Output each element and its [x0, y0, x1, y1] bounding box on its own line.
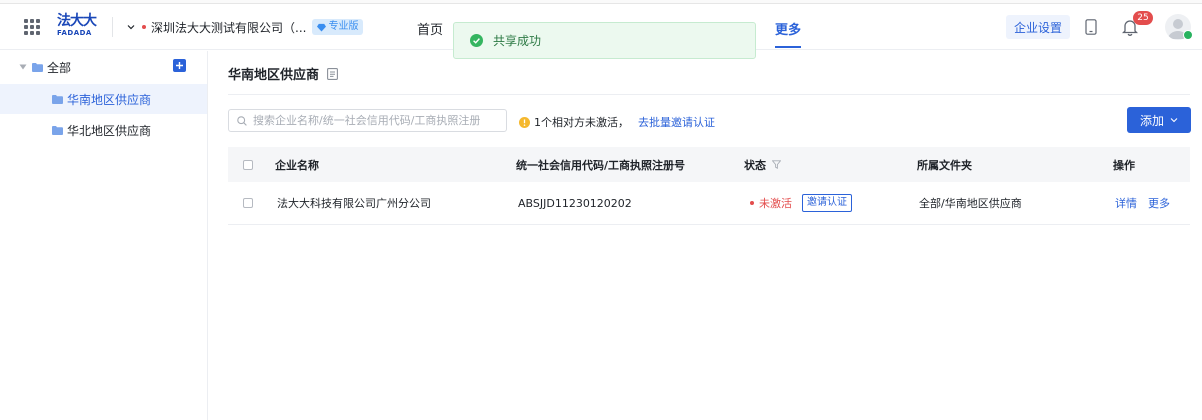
plus-icon [176, 62, 183, 69]
folder-icon [32, 62, 43, 72]
document-icon[interactable] [327, 67, 338, 80]
company-switcher[interactable]: 深圳法大大测试有限公司（... 专业版 [126, 18, 364, 36]
row-credit-code: ABSJJD11230120202 [518, 196, 632, 210]
select-all-cell [243, 147, 253, 182]
folder-sidebar: 全部 华南地区供应商 华北地区供应商 [0, 51, 208, 420]
row-actions: 详情 更多 [1115, 182, 1181, 224]
company-name: 深圳法大大测试有限公司（... [151, 20, 307, 35]
logo-cn-text: 法大大 [57, 13, 97, 29]
invite-verify-button[interactable]: 邀请认证 [802, 194, 852, 212]
mobile-phone-icon[interactable] [1085, 19, 1097, 35]
title-divider [228, 94, 1190, 95]
add-button-label: 添加 [1139, 113, 1164, 128]
column-header-code: 统一社会信用代码/工商执照注册号 [516, 158, 686, 172]
search-box[interactable] [228, 109, 507, 132]
search-input[interactable] [253, 114, 493, 127]
company-status-dot [142, 25, 146, 29]
logo-en-text: FADADA [57, 29, 92, 37]
column-header-name: 企业名称 [275, 158, 319, 172]
column-header-folder: 所属文件夹 [917, 158, 972, 172]
folder-icon [52, 125, 63, 135]
chevron-down-icon [1170, 118, 1178, 123]
check-circle-icon [470, 34, 483, 47]
status-dot [750, 201, 754, 205]
add-button[interactable]: 添加 [1127, 107, 1191, 133]
toast-message: 共享成功 [493, 34, 542, 48]
sidebar-item-north-china[interactable]: 华北地区供应商 [0, 115, 207, 145]
table-header: 企业名称 统一社会信用代码/工商执照注册号 状态 所属文件夹 操作 [228, 147, 1190, 182]
status-text: 未激活 [759, 197, 792, 210]
more-link[interactable]: 更多 [1148, 195, 1170, 211]
tree-root-all[interactable]: 全部 [19, 59, 71, 75]
column-header-status: 状态 [744, 147, 781, 182]
notice-text: 1个相对方未激活， [534, 116, 629, 129]
batch-invite-link[interactable]: 去批量邀请认证 [638, 114, 715, 130]
sidebar-item-label: 华北地区供应商 [67, 123, 152, 138]
chevron-down-icon [127, 25, 135, 30]
diamond-icon [317, 23, 327, 32]
tree-root-label: 全部 [47, 60, 72, 75]
caret-down-icon[interactable] [19, 63, 27, 71]
nav-active-indicator [775, 46, 801, 48]
sidebar-item-label: 华南地区供应商 [67, 92, 152, 107]
page-title-text: 华南地区供应商 [228, 68, 320, 83]
nav-home[interactable]: 首页 [417, 19, 443, 38]
filter-icon[interactable] [772, 160, 781, 169]
nav-more[interactable]: 更多 [775, 19, 801, 38]
warning-icon [519, 116, 530, 128]
sidebar-item-south-china[interactable]: 华南地区供应商 [0, 84, 207, 114]
add-folder-button[interactable] [173, 59, 186, 72]
edition-badge: 专业版 [312, 19, 364, 35]
row-status: 未激活 邀请认证 [750, 182, 852, 224]
enterprise-settings-button[interactable]: 企业设置 [1006, 15, 1070, 39]
row-folder: 全部/华南地区供应商 [919, 197, 1022, 210]
row-company-name: 法大大科技有限公司广州分公司 [277, 197, 431, 210]
top-edge-line [0, 0, 1202, 4]
inactive-notice: 1个相对方未激活， 去批量邀请认证 [519, 114, 715, 130]
success-toast: 共享成功 [453, 22, 756, 59]
fadada-logo[interactable]: 法大大 FADADA [57, 14, 99, 40]
notification-badge: 25 [1133, 11, 1153, 25]
page-title: 华南地区供应商 [228, 64, 338, 83]
folder-icon [52, 94, 63, 104]
column-header-actions: 操作 [1113, 158, 1135, 172]
header-divider [112, 17, 113, 37]
row-select-cell [243, 182, 253, 224]
select-all-checkbox[interactable] [243, 159, 253, 170]
table-row: 法大大科技有限公司广州分公司 ABSJJD11230120202 未激活 邀请认… [228, 182, 1190, 225]
avatar-verified-dot [1183, 30, 1193, 40]
column-header-status-label: 状态 [744, 158, 766, 172]
details-link[interactable]: 详情 [1115, 195, 1137, 211]
app-launcher-icon[interactable] [24, 19, 40, 35]
row-checkbox[interactable] [243, 198, 253, 208]
edition-badge-label: 专业版 [328, 21, 359, 32]
search-icon [237, 115, 247, 126]
